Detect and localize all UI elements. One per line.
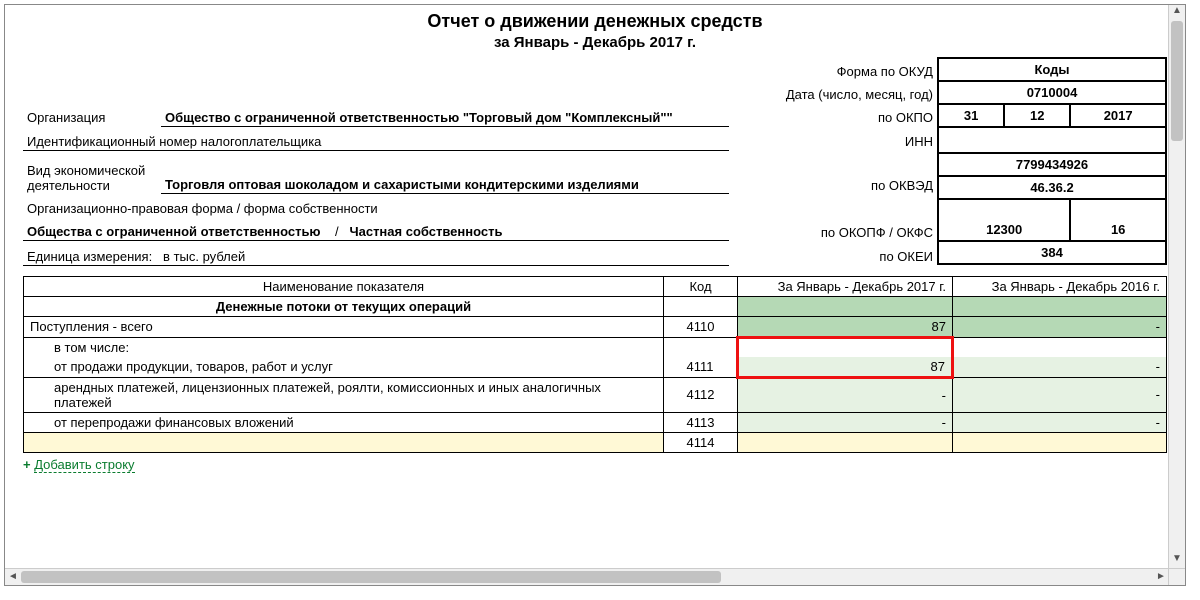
scroll-right-icon[interactable]: ► [1153,569,1169,585]
table-row: от продажи продукции, товаров, работ и у… [24,357,1167,378]
row-value-current[interactable] [738,432,953,452]
horizontal-scrollbar[interactable]: ◄ ► [5,568,1169,585]
main-data-table: Наименование показателя Код За Январь - … [23,276,1167,453]
row-code [664,337,738,357]
row-value-current[interactable]: 87 [738,357,953,378]
okopf-okfs-label: по ОКОПФ / ОКФС [729,217,937,240]
row-code: 4110 [664,316,738,337]
table-row: 4114 [24,432,1167,452]
vertical-scrollbar[interactable]: ▲ ▼ [1168,5,1185,569]
activity-label: Вид экономической деятельности [23,150,161,194]
legal-form-label: Организационно-правовая форма / форма со… [23,194,729,217]
col-period-cur: За Январь - Декабрь 2017 г. [738,276,953,296]
okpo-label: по ОКПО [729,103,937,126]
code-date-day: 31 [938,104,1004,127]
scroll-up-icon[interactable]: ▲ [1169,5,1185,21]
hscroll-thumb[interactable] [21,571,721,583]
row-value-previous[interactable] [953,432,1167,452]
add-row-label: Добавить строку [34,457,134,473]
code-okved: 46.36.2 [938,176,1166,199]
row-code: 4112 [664,377,738,412]
inn-line-label: Идентификационный номер налогоплательщик… [23,126,729,150]
org-value: Общество с ограниченной ответственностью… [161,103,729,126]
col-period-prev: За Январь - Декабрь 2016 г. [953,276,1167,296]
col-name: Наименование показателя [24,276,664,296]
code-okei: 384 [938,241,1166,264]
row-code: 4114 [664,432,738,452]
row-value-previous[interactable]: - [953,316,1167,337]
row-name: в том числе: [24,337,664,357]
row-value-current[interactable]: 87 [738,316,953,337]
okei-label: по ОКЕИ [729,241,937,265]
row-value-previous[interactable] [953,337,1167,357]
code-okopf: 12300 [938,199,1070,241]
row-value-previous[interactable]: - [953,412,1167,432]
form-okud-label: Форма по ОКУД [729,57,937,80]
row-value-current[interactable]: - [738,412,953,432]
table-row: от перепродажи финансовых вложений4113-- [24,412,1167,432]
row-name [24,432,664,452]
section-header: Денежные потоки от текущих операций [24,296,664,316]
table-row: арендных платежей, лицензионных платежей… [24,377,1167,412]
scroll-down-icon[interactable]: ▼ [1169,553,1185,569]
table-row: в том числе: [24,337,1167,357]
code-okud: 0710004 [938,81,1166,104]
row-name: Поступления - всего [24,316,664,337]
scroll-corner [1168,568,1185,585]
okved-label: по ОКВЭД [729,150,937,194]
row-name: от перепродажи финансовых вложений [24,412,664,432]
legal-form-1: Общества с ограниченной ответственностью [27,224,321,239]
col-code: Код [664,276,738,296]
codes-header: Коды [938,58,1166,81]
unit-label: Единица измерения: [27,249,152,264]
add-row-button[interactable]: + Добавить строку [23,457,1167,472]
legal-form-sep: / [335,224,339,239]
header-block: Форма по ОКУД Коды 0710004 31 12 2017 77… [23,57,1167,266]
code-okfs: 16 [1070,199,1166,241]
code-date-year: 2017 [1070,104,1166,127]
codes-table: Коды 0710004 31 12 2017 7799434926 46.36… [937,57,1167,265]
org-label: Организация [23,103,161,126]
code-date-month: 12 [1004,104,1070,127]
scroll-left-icon[interactable]: ◄ [5,569,21,585]
row-code: 4111 [664,357,738,378]
row-value-previous[interactable]: - [953,357,1167,378]
row-value-current[interactable] [738,337,953,357]
activity-value: Торговля оптовая шоколадом и сахаристыми… [161,150,729,194]
code-okpo [938,127,1166,153]
code-inn: 7799434926 [938,153,1166,176]
legal-form-2: Частная собственность [349,224,502,239]
document-viewport: Отчет о движении денежных средств за Янв… [4,4,1186,586]
table-row: Поступления - всего411087- [24,316,1167,337]
row-name: арендных платежей, лицензионных платежей… [24,377,664,412]
report-title: Отчет о движении денежных средств [23,11,1167,32]
report-subtitle: за Январь - Декабрь 2017 г. [23,34,1167,51]
row-name: от продажи продукции, товаров, работ и у… [24,357,664,378]
row-code: 4113 [664,412,738,432]
unit-value: в тыс. рублей [163,249,245,264]
vscroll-thumb[interactable] [1171,21,1183,141]
date-label: Дата (число, месяц, год) [729,80,937,103]
row-value-previous[interactable]: - [953,377,1167,412]
plus-icon: + [23,457,31,472]
inn-label: ИНН [729,126,937,150]
row-value-current[interactable]: - [738,377,953,412]
